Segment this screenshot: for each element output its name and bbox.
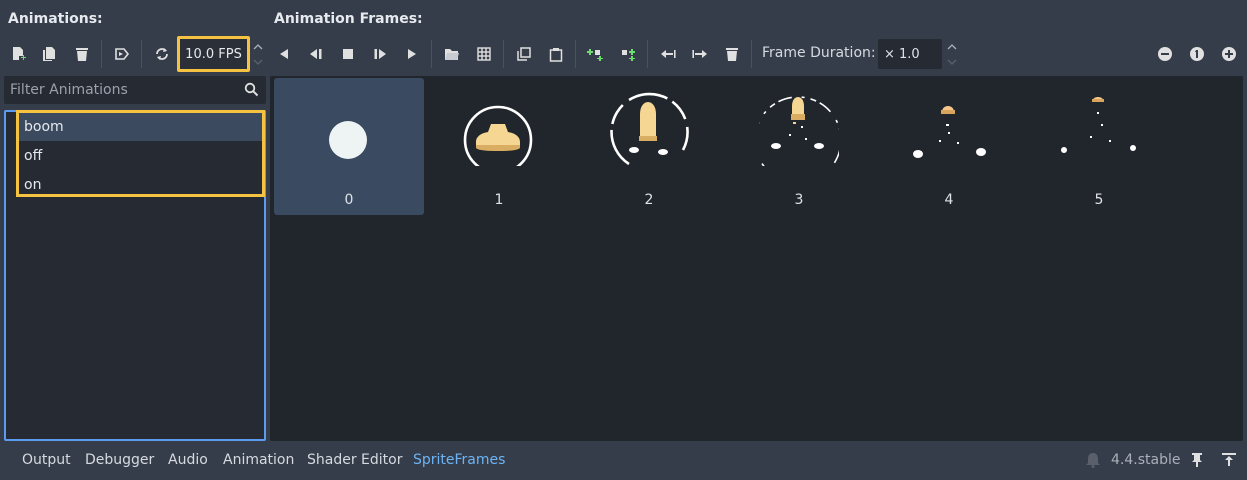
paste-icon[interactable] (544, 42, 568, 66)
frame-item[interactable]: 3 (724, 78, 874, 215)
filter-placeholder: Filter Animations (10, 82, 128, 98)
frame-thumbnail (610, 92, 689, 166)
filter-animations-input[interactable]: Filter Animations (4, 76, 266, 104)
zoom-in-icon[interactable] (1217, 42, 1241, 66)
loop-icon[interactable] (150, 42, 174, 66)
play-backwards-from-start-icon[interactable] (304, 42, 328, 66)
tab-shader-editor[interactable]: Shader Editor (307, 452, 402, 468)
insert-after-icon[interactable] (616, 42, 640, 66)
stop-icon[interactable] (336, 42, 360, 66)
copy-icon[interactable] (512, 42, 536, 66)
frames-header: Animation Frames: (274, 11, 423, 27)
sprite-sheet-icon[interactable] (472, 42, 496, 66)
animation-item[interactable]: off (19, 142, 262, 170)
duplicate-animation-icon[interactable] (37, 42, 61, 66)
tab-audio[interactable]: Audio (168, 452, 208, 468)
animation-item[interactable]: on (19, 171, 262, 199)
fps-up-icon[interactable] (252, 40, 264, 54)
new-animation-icon[interactable] (6, 42, 30, 66)
expand-panel-icon[interactable] (1221, 452, 1237, 472)
frame-thumbnail (913, 106, 986, 158)
autoplay-on-load-icon[interactable] (110, 42, 134, 66)
frame-index: 0 (344, 192, 354, 208)
fps-field[interactable]: 10.0 FPS (177, 36, 250, 72)
frame-duration-label: Frame Duration: (762, 45, 876, 61)
version-label: 4.4.stable (1111, 452, 1181, 468)
delete-frame-icon[interactable] (720, 42, 744, 66)
frame-index: 1 (494, 192, 504, 208)
move-right-icon[interactable] (688, 42, 712, 66)
duration-down-icon[interactable] (946, 55, 958, 69)
frame-item[interactable]: 2 (574, 78, 724, 215)
frame-thumbnail (1061, 97, 1136, 153)
frame-index: 4 (944, 192, 954, 208)
frame-item[interactable]: 4 (874, 78, 1024, 215)
frame-index: 5 (1094, 192, 1104, 208)
frame-thumbnail (463, 105, 533, 166)
tab-debugger[interactable]: Debugger (85, 452, 154, 468)
frame-item[interactable]: 1 (424, 78, 574, 215)
move-left-icon[interactable] (656, 42, 680, 66)
animation-item[interactable]: boom (19, 113, 262, 141)
play-icon[interactable] (400, 42, 424, 66)
duration-up-icon[interactable] (946, 40, 958, 54)
tab-animation[interactable]: Animation (223, 452, 294, 468)
zoom-reset-icon[interactable] (1185, 42, 1209, 66)
delete-animation-icon[interactable] (70, 42, 94, 66)
godot-bell-icon (1086, 452, 1100, 472)
zoom-out-icon[interactable] (1153, 42, 1177, 66)
frame-index: 2 (644, 192, 654, 208)
animations-header: Animations: (8, 11, 103, 27)
search-icon (244, 82, 259, 101)
tab-output[interactable]: Output (22, 452, 71, 468)
frame-item[interactable]: 5 (1024, 78, 1174, 215)
frame-thumbnail (329, 121, 367, 159)
pin-icon[interactable] (1190, 452, 1204, 472)
frame-duration-field[interactable]: × 1.0 (878, 39, 942, 69)
play-backwards-icon[interactable] (272, 42, 296, 66)
frame-index: 3 (794, 192, 804, 208)
frame-thumbnail (759, 96, 839, 166)
fps-down-icon[interactable] (252, 55, 264, 69)
play-from-start-icon[interactable] (368, 42, 392, 66)
insert-before-icon[interactable] (584, 42, 608, 66)
tab-spriteframes[interactable]: SpriteFrames (413, 452, 505, 468)
load-from-file-icon[interactable] (440, 42, 464, 66)
frame-item[interactable]: 0 (274, 78, 424, 215)
